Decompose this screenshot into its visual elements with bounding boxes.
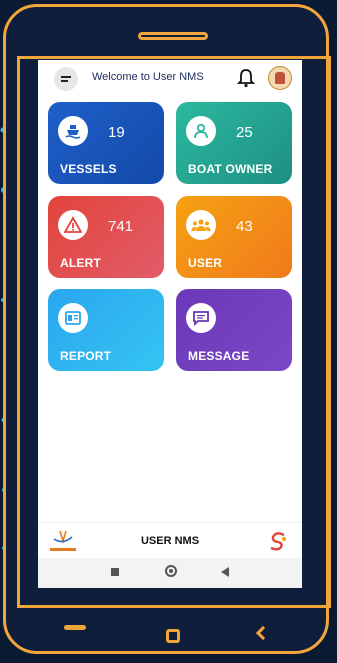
phone-speaker (138, 32, 208, 40)
boat-owner-label: BOAT OWNER (188, 162, 273, 176)
report-label: REPORT (60, 349, 112, 363)
state-emblem-icon (268, 66, 292, 90)
alert-label: ALERT (60, 256, 101, 270)
tile-alert[interactable]: 741 ALERT (48, 196, 164, 278)
tile-message[interactable]: MESSAGE (176, 289, 292, 371)
vessels-count: 19 (108, 124, 125, 141)
app-screen: Welcome to User NMS 19 VESSELS 25 BOAT O… (38, 60, 302, 588)
alert-count: 741 (108, 218, 134, 235)
tile-boat-owner[interactable]: 25 BOAT OWNER (176, 102, 292, 184)
tile-report[interactable]: REPORT (48, 289, 164, 371)
app-footer: USER NMS (38, 522, 302, 559)
app-bar-title: Welcome to User NMS (92, 71, 204, 83)
app-bar: Welcome to User NMS (38, 60, 302, 96)
tile-user[interactable]: 43 USER (176, 196, 292, 278)
footer-title: USER NMS (140, 535, 200, 547)
hardware-home-button (166, 629, 180, 643)
system-nav-bar (38, 558, 302, 588)
message-label: MESSAGE (188, 349, 250, 363)
vessels-label: VESSELS (60, 162, 117, 176)
user-count: 43 (236, 218, 253, 235)
warning-icon (58, 210, 88, 240)
hardware-menu-button (64, 625, 86, 630)
ship-icon (58, 116, 88, 146)
tile-vessels[interactable]: 19 VESSELS (48, 102, 164, 184)
s-logo-icon (270, 532, 286, 551)
group-icon (186, 210, 216, 240)
message-icon (186, 303, 216, 333)
notification-bell-icon[interactable] (237, 68, 255, 88)
user-label: USER (188, 256, 223, 270)
home-icon[interactable] (165, 565, 177, 577)
recent-apps-icon[interactable] (111, 568, 119, 576)
boat-owner-count: 25 (236, 124, 253, 141)
menu-icon[interactable] (54, 67, 78, 91)
person-icon (186, 116, 216, 146)
report-icon (58, 303, 88, 333)
back-icon[interactable] (221, 567, 229, 577)
